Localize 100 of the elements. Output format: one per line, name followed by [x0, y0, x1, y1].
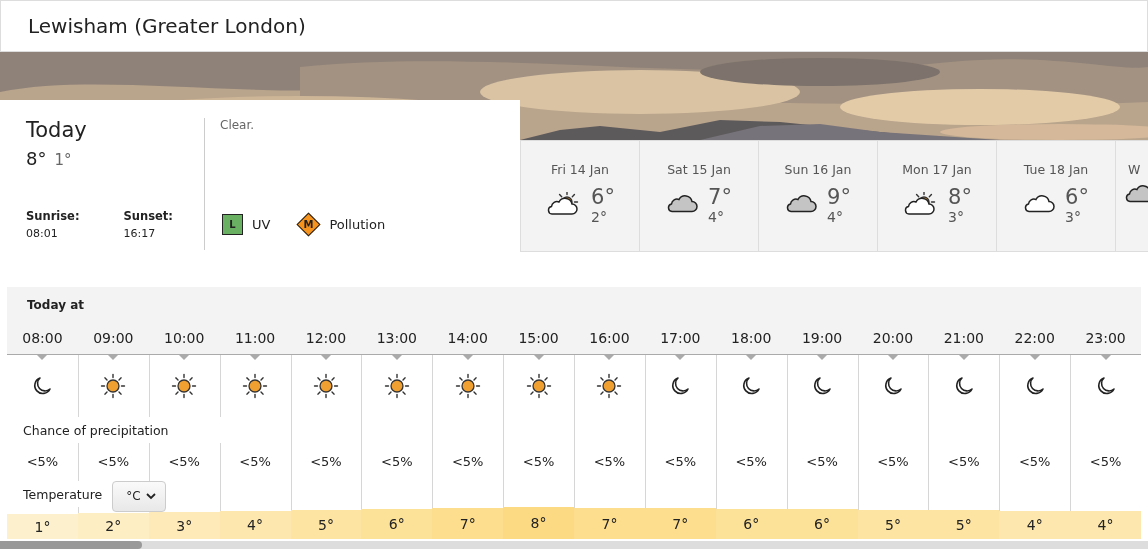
- day-card[interactable]: Sun 16 Jan 9° 4°: [758, 141, 877, 251]
- precipitation-value: <5%: [239, 453, 271, 469]
- precipitation-value: <5%: [664, 453, 697, 469]
- hour-tab[interactable]: 12:00: [290, 322, 362, 355]
- precipitation-value: <5%: [451, 453, 484, 469]
- temperature-bar: 7°: [644, 508, 716, 539]
- temperature-label: Temperature: [23, 486, 103, 502]
- day-card[interactable]: W: [1115, 141, 1148, 251]
- day-date: Tue 18 Jan: [1023, 162, 1089, 177]
- hour-tab[interactable]: 17:00: [644, 322, 716, 355]
- chevron-icon: [145, 492, 156, 500]
- precipitation-value: <5%: [168, 453, 200, 469]
- day-date: W: [1128, 162, 1141, 177]
- temperature-bar: 5°: [928, 510, 1000, 539]
- temperature-bar: 4°: [219, 511, 291, 539]
- precipitation-value: <5%: [877, 453, 909, 469]
- hour-tab[interactable]: 21:00: [928, 322, 1000, 355]
- hour-tab[interactable]: 10:00: [148, 322, 220, 355]
- cloud-icon: [1023, 195, 1056, 215]
- temperature-bar: 6°: [786, 509, 858, 539]
- precipitation-value: <5%: [735, 453, 767, 469]
- precipitation-value: <5%: [97, 453, 130, 469]
- temperature-bar: 2°: [77, 513, 149, 539]
- day-card[interactable]: Tue 18 Jan 6° 3°: [996, 141, 1115, 251]
- low-temperature: 1°: [54, 151, 72, 169]
- uv-badge: L: [222, 213, 243, 235]
- temperature-bar: 6°: [361, 509, 433, 539]
- sun-icon: [525, 373, 552, 399]
- day-low: 3°: [948, 209, 965, 225]
- hour-tab[interactable]: 22:00: [999, 322, 1071, 355]
- day-date: Sat 15 Jan: [667, 162, 731, 177]
- cloud-icon: [666, 195, 699, 215]
- day-low: 4°: [827, 209, 844, 225]
- precipitation-value: <5%: [26, 453, 59, 469]
- day-date: Fri 14 Jan: [551, 162, 609, 177]
- location-title: Lewisham (Greater London): [28, 14, 306, 38]
- pointer-arrow-icon: [958, 355, 969, 360]
- day-low: 2°: [591, 209, 608, 225]
- sunset-time: 16:17: [123, 227, 157, 240]
- hour-tab[interactable]: 20:00: [857, 322, 929, 355]
- hour-tab[interactable]: 08:00: [7, 322, 78, 355]
- pointer-arrow-icon: [391, 355, 402, 360]
- precipitation-value: <5%: [948, 453, 980, 469]
- hour-tab[interactable]: 19:00: [786, 322, 858, 355]
- day-low: 3°: [1065, 209, 1082, 225]
- pointer-arrow-icon: [604, 355, 615, 360]
- hour-tab[interactable]: 09:00: [77, 322, 149, 355]
- day-low: 4°: [708, 209, 725, 225]
- section-title: Today at: [27, 297, 84, 312]
- pointer-arrow-icon: [37, 355, 48, 360]
- temperature-bar: 4°: [999, 511, 1071, 539]
- cloud-icon: [1124, 185, 1148, 205]
- pointer-arrow-icon: [675, 355, 686, 360]
- pointer-arrow-icon: [1100, 355, 1111, 360]
- precipitation-value: <5%: [806, 453, 838, 469]
- hour-tab[interactable]: 13:00: [361, 322, 433, 355]
- moon-icon: [740, 375, 763, 397]
- sunset-label: Sunset:: [123, 209, 173, 223]
- precipitation-value: <5%: [522, 453, 555, 469]
- temperature-bar: 5°: [290, 510, 362, 539]
- scrollbar[interactable]: [0, 541, 1148, 549]
- pointer-arrow-icon: [108, 355, 119, 360]
- hour-tab[interactable]: 11:00: [219, 322, 291, 355]
- today-label: Today: [26, 118, 87, 142]
- hour-tab[interactable]: 15:00: [503, 322, 574, 355]
- temperature-bar: 7°: [574, 508, 645, 539]
- temperature-bar: 8°: [503, 507, 574, 539]
- hour-tab[interactable]: 18:00: [715, 322, 787, 355]
- day-date: Mon 17 Jan: [902, 162, 972, 177]
- day-card[interactable]: Fri 14 Jan 6° 2°: [520, 141, 639, 251]
- sun-icon: [383, 373, 410, 399]
- precipitation-value: <5%: [1089, 453, 1122, 469]
- hour-tab[interactable]: 16:00: [574, 322, 645, 355]
- temperature-bar: 4°: [1070, 511, 1141, 539]
- temperature-bar: 3°: [148, 512, 220, 539]
- day-card[interactable]: Mon 17 Jan 8° 3°: [877, 141, 996, 251]
- temperature-bar: 6°: [715, 509, 787, 539]
- moon-icon: [31, 375, 54, 397]
- pointer-arrow-icon: [817, 355, 828, 360]
- temperature-bar: 7°: [432, 508, 504, 539]
- hour-tab[interactable]: 14:00: [432, 322, 504, 355]
- cloud-icon: [785, 195, 818, 215]
- precipitation-label: Chance of precipitation: [23, 422, 169, 438]
- day-high: 9°: [827, 185, 851, 209]
- sun-icon: [242, 373, 269, 399]
- high-temperature: 8°: [26, 148, 47, 169]
- sun-icon: [100, 373, 127, 399]
- unit-dropdown[interactable]: °C: [112, 480, 166, 512]
- moon-icon: [811, 375, 834, 397]
- precipitation-value: <5%: [310, 453, 342, 469]
- weather-summary: Clear.: [220, 118, 255, 132]
- pollution-badge: M: [296, 212, 321, 236]
- hour-tab[interactable]: 23:00: [1070, 322, 1141, 355]
- sun-icon: [312, 373, 339, 399]
- precipitation-value: <5%: [1018, 453, 1051, 469]
- sun-icon: [171, 373, 198, 399]
- pointer-arrow-icon: [1029, 355, 1040, 360]
- day-card[interactable]: Sat 15 Jan 7° 4°: [639, 141, 758, 251]
- precipitation-value: <5%: [381, 453, 413, 469]
- temperature-bar: 1°: [7, 514, 78, 539]
